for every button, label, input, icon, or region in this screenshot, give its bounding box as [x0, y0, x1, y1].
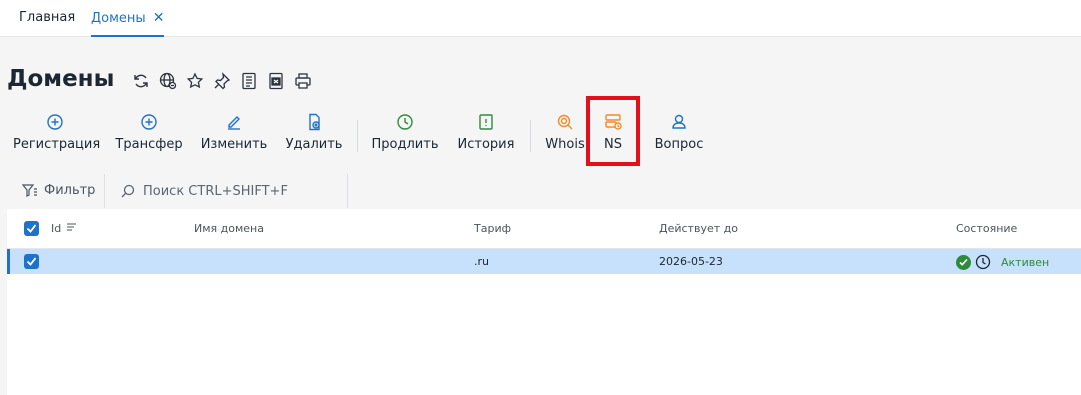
history-icon	[479, 114, 493, 130]
filter-icon	[22, 184, 37, 197]
domains-table: Id Имя домена Тариф Действует до Состоян…	[7, 209, 1081, 395]
cell-tariff: .ru	[474, 255, 489, 268]
refresh-icon[interactable]	[132, 72, 150, 90]
whois-icon	[557, 114, 573, 130]
title-icon-bar	[132, 72, 312, 92]
select-all-checkbox[interactable]	[24, 221, 39, 236]
register-label: Регистрация	[13, 137, 101, 152]
filter-label: Фильтр	[44, 183, 96, 198]
ns-highlight-frame	[586, 96, 640, 166]
table-row[interactable]: .ru 2026-05-23 Активен	[7, 249, 1081, 274]
column-id-label: Id	[51, 222, 62, 235]
question-button[interactable]: Вопрос	[654, 110, 704, 158]
whois-button[interactable]: Whois	[544, 110, 586, 158]
tab-main-label: Главная	[19, 10, 76, 25]
plus-circle-icon	[47, 114, 63, 130]
globe-icon[interactable]	[159, 72, 177, 90]
status-badge: Активен	[1001, 255, 1050, 269]
transfer-button[interactable]: Трансфер	[115, 110, 183, 158]
support-user-icon	[672, 114, 686, 129]
tab-domains[interactable]: Домены ✕	[91, 0, 165, 37]
search-icon	[121, 184, 135, 198]
renew-label: Продлить	[371, 137, 439, 152]
star-icon[interactable]	[186, 72, 204, 90]
cell-state: Активен	[956, 253, 1049, 271]
delete-button[interactable]: Удалить	[285, 110, 343, 158]
history-button[interactable]: История	[456, 110, 516, 158]
search-input[interactable]	[143, 181, 343, 201]
column-tariff[interactable]: Тариф	[474, 222, 511, 235]
renew-button[interactable]: Продлить	[371, 110, 439, 158]
register-button[interactable]: Регистрация	[13, 110, 101, 158]
column-id[interactable]: Id	[51, 222, 77, 235]
excel-export-icon[interactable]	[267, 72, 285, 90]
tab-main[interactable]: Главная	[19, 0, 75, 37]
transfer-label: Трансфер	[115, 137, 183, 152]
page-title: Домены	[7, 66, 115, 92]
column-state[interactable]: Состояние	[956, 222, 1017, 235]
search-field[interactable]	[113, 174, 348, 208]
column-valid-until[interactable]: Действует до	[659, 222, 738, 235]
history-label: История	[457, 137, 515, 152]
column-domain-name[interactable]: Имя домена	[194, 222, 264, 235]
toolbar: Регистрация Трансфер Изменить Удалить Пр…	[0, 110, 760, 160]
check-circle-icon	[956, 254, 971, 270]
tab-bar: Главная Домены ✕	[0, 0, 1081, 37]
clock-icon	[975, 254, 991, 270]
sort-icon[interactable]	[66, 223, 77, 233]
delete-document-icon	[309, 113, 320, 131]
edit-label: Изменить	[200, 137, 268, 152]
toolbar-separator	[357, 120, 358, 152]
delete-label: Удалить	[285, 137, 343, 152]
tab-domains-label: Домены	[91, 11, 146, 26]
row-checkbox[interactable]	[24, 254, 39, 269]
question-label: Вопрос	[654, 137, 704, 152]
pin-icon[interactable]	[213, 72, 231, 90]
table-header: Id Имя домена Тариф Действует до Состоян…	[7, 209, 1081, 249]
cell-valid-until: 2026-05-23	[659, 255, 723, 268]
document-icon[interactable]	[240, 72, 258, 90]
edit-button[interactable]: Изменить	[200, 110, 268, 158]
print-icon[interactable]	[294, 72, 312, 90]
clock-renew-icon	[397, 114, 413, 130]
toolbar-separator	[530, 120, 531, 152]
filter-bar: Фильтр	[7, 174, 1081, 209]
plus-circle-icon	[141, 114, 157, 130]
pencil-icon	[228, 116, 240, 130]
close-tab-icon[interactable]: ✕	[153, 0, 165, 36]
whois-label: Whois	[545, 137, 585, 152]
filter-button[interactable]: Фильтр	[7, 174, 105, 208]
